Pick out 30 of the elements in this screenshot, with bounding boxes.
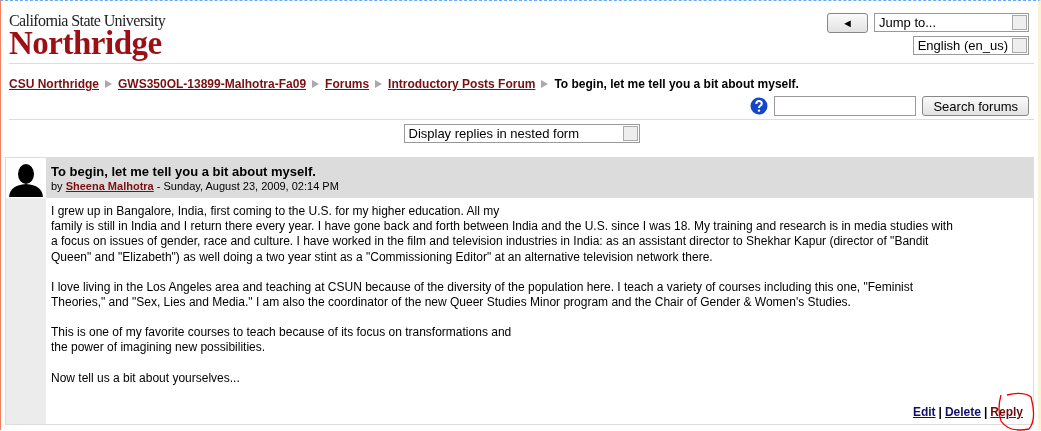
breadcrumb-separator-icon	[541, 80, 549, 88]
breadcrumb-separator-icon	[105, 80, 112, 88]
avatar-icon	[8, 163, 44, 197]
post-subject: To begin, let me tell you a bit about myself.	[51, 164, 317, 179]
breadcrumb-current: To begin, let me tell you a bit about myself.	[554, 77, 799, 91]
back-button[interactable]: ◄	[827, 13, 868, 33]
search-forums-button[interactable]: Search forums	[922, 96, 1029, 116]
jump-to-dropdown[interactable]: Jump to...	[874, 13, 1029, 32]
command-link[interactable]: Delete	[944, 404, 981, 421]
breadcrumb-separator-icon	[312, 80, 320, 88]
breadcrumb-link[interactable]: Forums	[325, 77, 370, 91]
post-paragraph: Now tell us a bit about yourselves...	[51, 370, 241, 386]
breadcrumb-separator-icon	[375, 80, 383, 88]
display-mode-dropdown[interactable]: Display replies in nested form	[403, 124, 640, 143]
search-field[interactable]	[774, 96, 917, 116]
post-paragraph: I grew up in Bangalore, India, first coming to the U.S. for my higher education. All my family is still in India and I return there every year. I have gone back and forth between India and the U.S. since I was 18. My training and research is in media studies with a focus on issues of gender, race and culture. I have worked in the film and television industries in India: as an assistant director to Shekhar Kapur (director of "Bandit Queen" and "Elizabeth") as well doing a two year stint as a "Commissioning Editor" at an alternative television network there.	[51, 204, 954, 265]
breadcrumb-link[interactable]: GWS350OL-13899-Malhotra-Fa09	[118, 77, 307, 91]
command-link[interactable]: Edit	[912, 404, 936, 421]
byline-prefix: by	[51, 180, 63, 192]
post-date: - Sunday, August 23, 2009, 02:14 PM	[156, 180, 339, 192]
breadcrumb-link[interactable]: CSU Northridge	[9, 77, 99, 91]
help-icon[interactable]	[750, 97, 769, 115]
command-separator: |	[938, 404, 942, 421]
command-separator: |	[983, 404, 988, 421]
post-paragraph: I love living in the Los Angeles area and teaching at CSUN because of the diversity of the population here. I teach a variety of courses including this one, "Feminist Theories," and "Sex, Lies and Media." I am also the coordinator of the new Queer Studies Minor program and the Chair of Gender & Women's Studies.	[51, 279, 915, 311]
author-link[interactable]: Sheena Malhotra	[65, 180, 154, 192]
language-dropdown[interactable]: English (en_us)	[912, 36, 1029, 55]
post-paragraph: This is one of my favorite courses to teach because of its focus on transformations and the power of imagining new possibilities.	[51, 325, 513, 356]
breadcrumb-link[interactable]: Introductory Posts Forum	[388, 77, 536, 91]
logo-subtitle: California State University	[9, 13, 166, 29]
